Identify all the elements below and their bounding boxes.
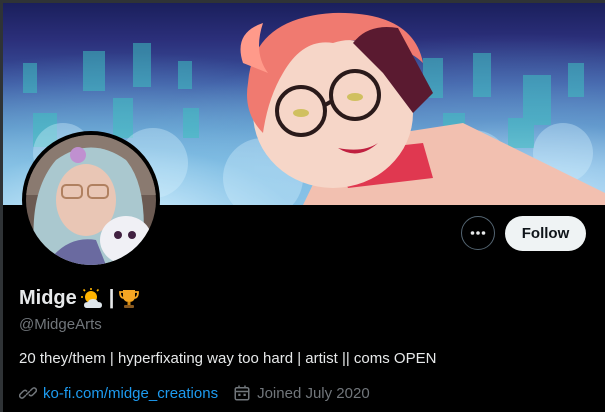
display-name: Midge	[19, 287, 77, 309]
avatar[interactable]	[22, 131, 160, 269]
trophy-icon	[119, 289, 140, 308]
profile-meta: ko-fi.com/midge_creations Joined July 20…	[19, 384, 370, 402]
profile-bio: 20 they/them | hyperfixating way too har…	[19, 350, 437, 367]
website-link[interactable]: ko-fi.com/midge_creations	[43, 385, 218, 402]
profile-name-row: Midge |	[19, 287, 140, 310]
sun-behind-cloud-icon	[80, 287, 102, 308]
more-options-button[interactable]	[461, 216, 495, 250]
avatar-photo	[26, 135, 156, 265]
calendar-icon	[234, 385, 250, 401]
link-icon	[19, 387, 37, 399]
name-separator: |	[108, 287, 115, 309]
join-date: Joined July 2020	[257, 384, 370, 402]
user-handle: @MidgeArts	[19, 316, 102, 333]
follow-button[interactable]: Follow	[505, 216, 586, 251]
more-dots-icon	[470, 231, 486, 235]
